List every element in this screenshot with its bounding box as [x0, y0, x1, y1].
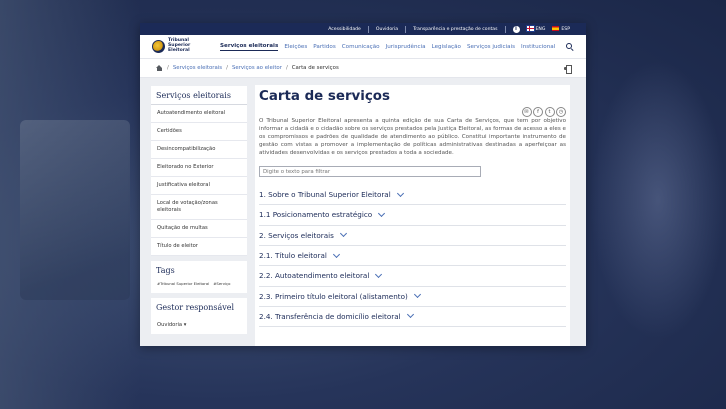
accordion-label: 1.1 Posicionamento estratégico	[259, 210, 373, 220]
sidebar-item-justificativa[interactable]: Justificativa eleitoral	[151, 177, 247, 195]
breadcrumb: / Serviços eleitorais / Serviços ao elei…	[140, 59, 586, 78]
tag-link[interactable]: #Tribunal Superior Eleitoral	[157, 281, 209, 286]
gestor-title: Gestor responsável	[156, 303, 235, 312]
tags-title: Tags	[156, 266, 175, 275]
sidebar-item-desincompatibilizacao[interactable]: Desincompatibilização	[151, 141, 247, 159]
search-icon[interactable]	[565, 42, 574, 51]
sidebar-item-local-votacao[interactable]: Local de votação/zonas eleitorais	[151, 195, 247, 220]
breadcrumb-servicos-ao-eleitor[interactable]: Serviços ao eleitor	[232, 65, 282, 71]
chevron-down-icon	[396, 189, 404, 197]
nav-eleicoes[interactable]: Eleições	[284, 44, 307, 50]
accordion-item[interactable]: 2.4. Transferência de domicílio eleitora…	[259, 307, 566, 328]
content-panel: Carta de serviços ✉ f t ◷ O Tribunal Sup…	[255, 85, 570, 346]
breadcrumb-separator: /	[167, 65, 169, 71]
sidebar-item-autoatendimento[interactable]: Autoatendimento eleitoral	[151, 105, 247, 123]
accordion-item[interactable]: 2. Serviços eleitorais	[259, 226, 566, 246]
sidebar: Serviços eleitorais Autoatendimento elei…	[140, 78, 247, 346]
accordion-item[interactable]: 2.3. Primeiro título eleitoral (alistame…	[259, 287, 566, 307]
divider	[405, 25, 407, 33]
gestor-label: Ouvidoria	[157, 322, 183, 328]
accordion-label: 1. Sobre o Tribunal Superior Eleitoral	[259, 190, 391, 200]
accordion-item[interactable]: 2.1. Título eleitoral	[259, 246, 566, 267]
chevron-down-icon	[406, 311, 414, 319]
page-title: Carta de serviços	[259, 89, 390, 104]
tag-link[interactable]: #Serviço	[213, 281, 230, 286]
sidebar-item-quitacao-multas[interactable]: Quitação de multas	[151, 220, 247, 238]
breadcrumb-servicos-eleitorais[interactable]: Serviços eleitorais	[173, 65, 222, 71]
nav-servicos-judiciais[interactable]: Serviços judiciais	[467, 44, 515, 50]
breadcrumb-separator: /	[226, 65, 228, 71]
info-icon[interactable]: i	[512, 25, 520, 33]
accordion-label: 2.3. Primeiro título eleitoral (alistame…	[259, 291, 408, 301]
logo-text: Tribunal Superior Eleitoral	[168, 38, 190, 53]
chevron-down-icon	[332, 250, 340, 258]
main-area: Serviços eleitorais Autoatendimento elei…	[140, 78, 586, 346]
chevron-down-icon	[375, 270, 383, 278]
home-icon[interactable]	[156, 65, 163, 71]
lang-en-label: ENG	[535, 27, 546, 32]
tag-list: #Tribunal Superior Eleitoral #Serviço	[151, 279, 247, 288]
sidebar-title: Serviços eleitorais	[151, 86, 247, 105]
sidebar-item-certidoes[interactable]: Certidões	[151, 123, 247, 141]
background-laptop	[20, 120, 130, 300]
breadcrumb-separator: /	[285, 65, 288, 71]
nav-jurisprudencia[interactable]: Jurisprudência	[386, 44, 426, 50]
divider	[367, 25, 369, 33]
sidebar-menu: Autoatendimento eleitoral Certidões Desi…	[151, 105, 247, 256]
filter-input[interactable]	[259, 166, 481, 178]
nav-servicos-eleitorais[interactable]: Serviços eleitorais	[220, 43, 279, 51]
accordion-label: 2.2. Autoatendimento eleitoral	[259, 271, 370, 281]
chevron-down-icon: ▾	[183, 322, 187, 328]
accordion-item[interactable]: 2.2. Autoatendimento eleitoral	[259, 266, 566, 287]
divider	[504, 25, 506, 33]
sidebar-menu-card: Serviços eleitorais Autoatendimento elei…	[151, 86, 247, 256]
print-icon[interactable]	[564, 64, 572, 74]
logo-line: Eleitoral	[168, 47, 190, 53]
transparency-link[interactable]: Transparência e prestação de contas	[413, 27, 497, 32]
logo-emblem-icon	[152, 39, 165, 53]
email-icon[interactable]: ✉	[521, 107, 532, 117]
gestor-ouvidoria[interactable]: Ouvidoria ▾	[151, 316, 247, 334]
tags-card: Tags #Tribunal Superior Eleitoral #Servi…	[151, 261, 247, 293]
chevron-down-icon	[378, 209, 386, 218]
gestor-card: Gestor responsável Ouvidoria ▾	[151, 298, 247, 334]
site-header: Tribunal Superior Eleitoral Serviços ele…	[140, 35, 586, 59]
facebook-icon[interactable]: f	[533, 107, 543, 117]
accordion-item[interactable]: 1.1 Posicionamento estratégico	[259, 205, 566, 226]
ouvidoria-link[interactable]: Ouvidoria	[376, 27, 398, 32]
lang-en-link[interactable]: ENG	[525, 25, 546, 32]
accordion-label: 2.1. Título eleitoral	[259, 251, 327, 261]
background-shade-right	[590, 60, 726, 340]
whatsapp-icon[interactable]: ◷	[556, 107, 566, 117]
uk-flag-icon	[525, 25, 535, 32]
top-utility-bar: Acessibilidade Ouvidoria Transparência e…	[140, 23, 586, 35]
nav-legislacao[interactable]: Legislação	[432, 44, 461, 50]
tse-logo[interactable]: Tribunal Superior Eleitoral	[152, 38, 220, 53]
nav-partidos[interactable]: Partidos	[313, 44, 335, 50]
nav-comunicacao[interactable]: Comunicação	[342, 44, 380, 50]
nav-institucional[interactable]: Institucional	[521, 44, 555, 50]
accessibility-link[interactable]: Acessibilidade	[328, 27, 361, 32]
main-nav: Serviços eleitorais Eleições Partidos Co…	[220, 43, 561, 51]
browser-page: Acessibilidade Ouvidoria Transparência e…	[140, 23, 586, 346]
accordion-label: 2.4. Transferência de domicílio eleitora…	[259, 311, 401, 321]
share-buttons: ✉ f t ◷	[521, 107, 566, 117]
sidebar-item-eleitorado-exterior[interactable]: Eleitorado no Exterior	[151, 159, 247, 177]
accordion-item[interactable]: 1. Sobre o Tribunal Superior Eleitoral	[259, 185, 566, 206]
breadcrumb-current: Carta de serviços	[291, 65, 339, 71]
twitter-icon[interactable]: t	[544, 107, 555, 117]
sidebar-item-titulo-eleitor[interactable]: Título de eleitor	[151, 238, 247, 256]
accordion-label: 2. Serviços eleitorais	[259, 230, 334, 240]
lang-es-link[interactable]: ESP	[552, 26, 570, 32]
chevron-down-icon	[413, 291, 421, 299]
spain-flag-icon	[552, 26, 560, 31]
lang-es-label: ESP	[561, 27, 570, 32]
intro-text: O Tribunal Superior Eleitoral apresenta …	[259, 118, 566, 156]
chevron-down-icon	[339, 230, 347, 238]
section-accordion: 1. Sobre o Tribunal Superior Eleitoral 1…	[259, 185, 566, 328]
